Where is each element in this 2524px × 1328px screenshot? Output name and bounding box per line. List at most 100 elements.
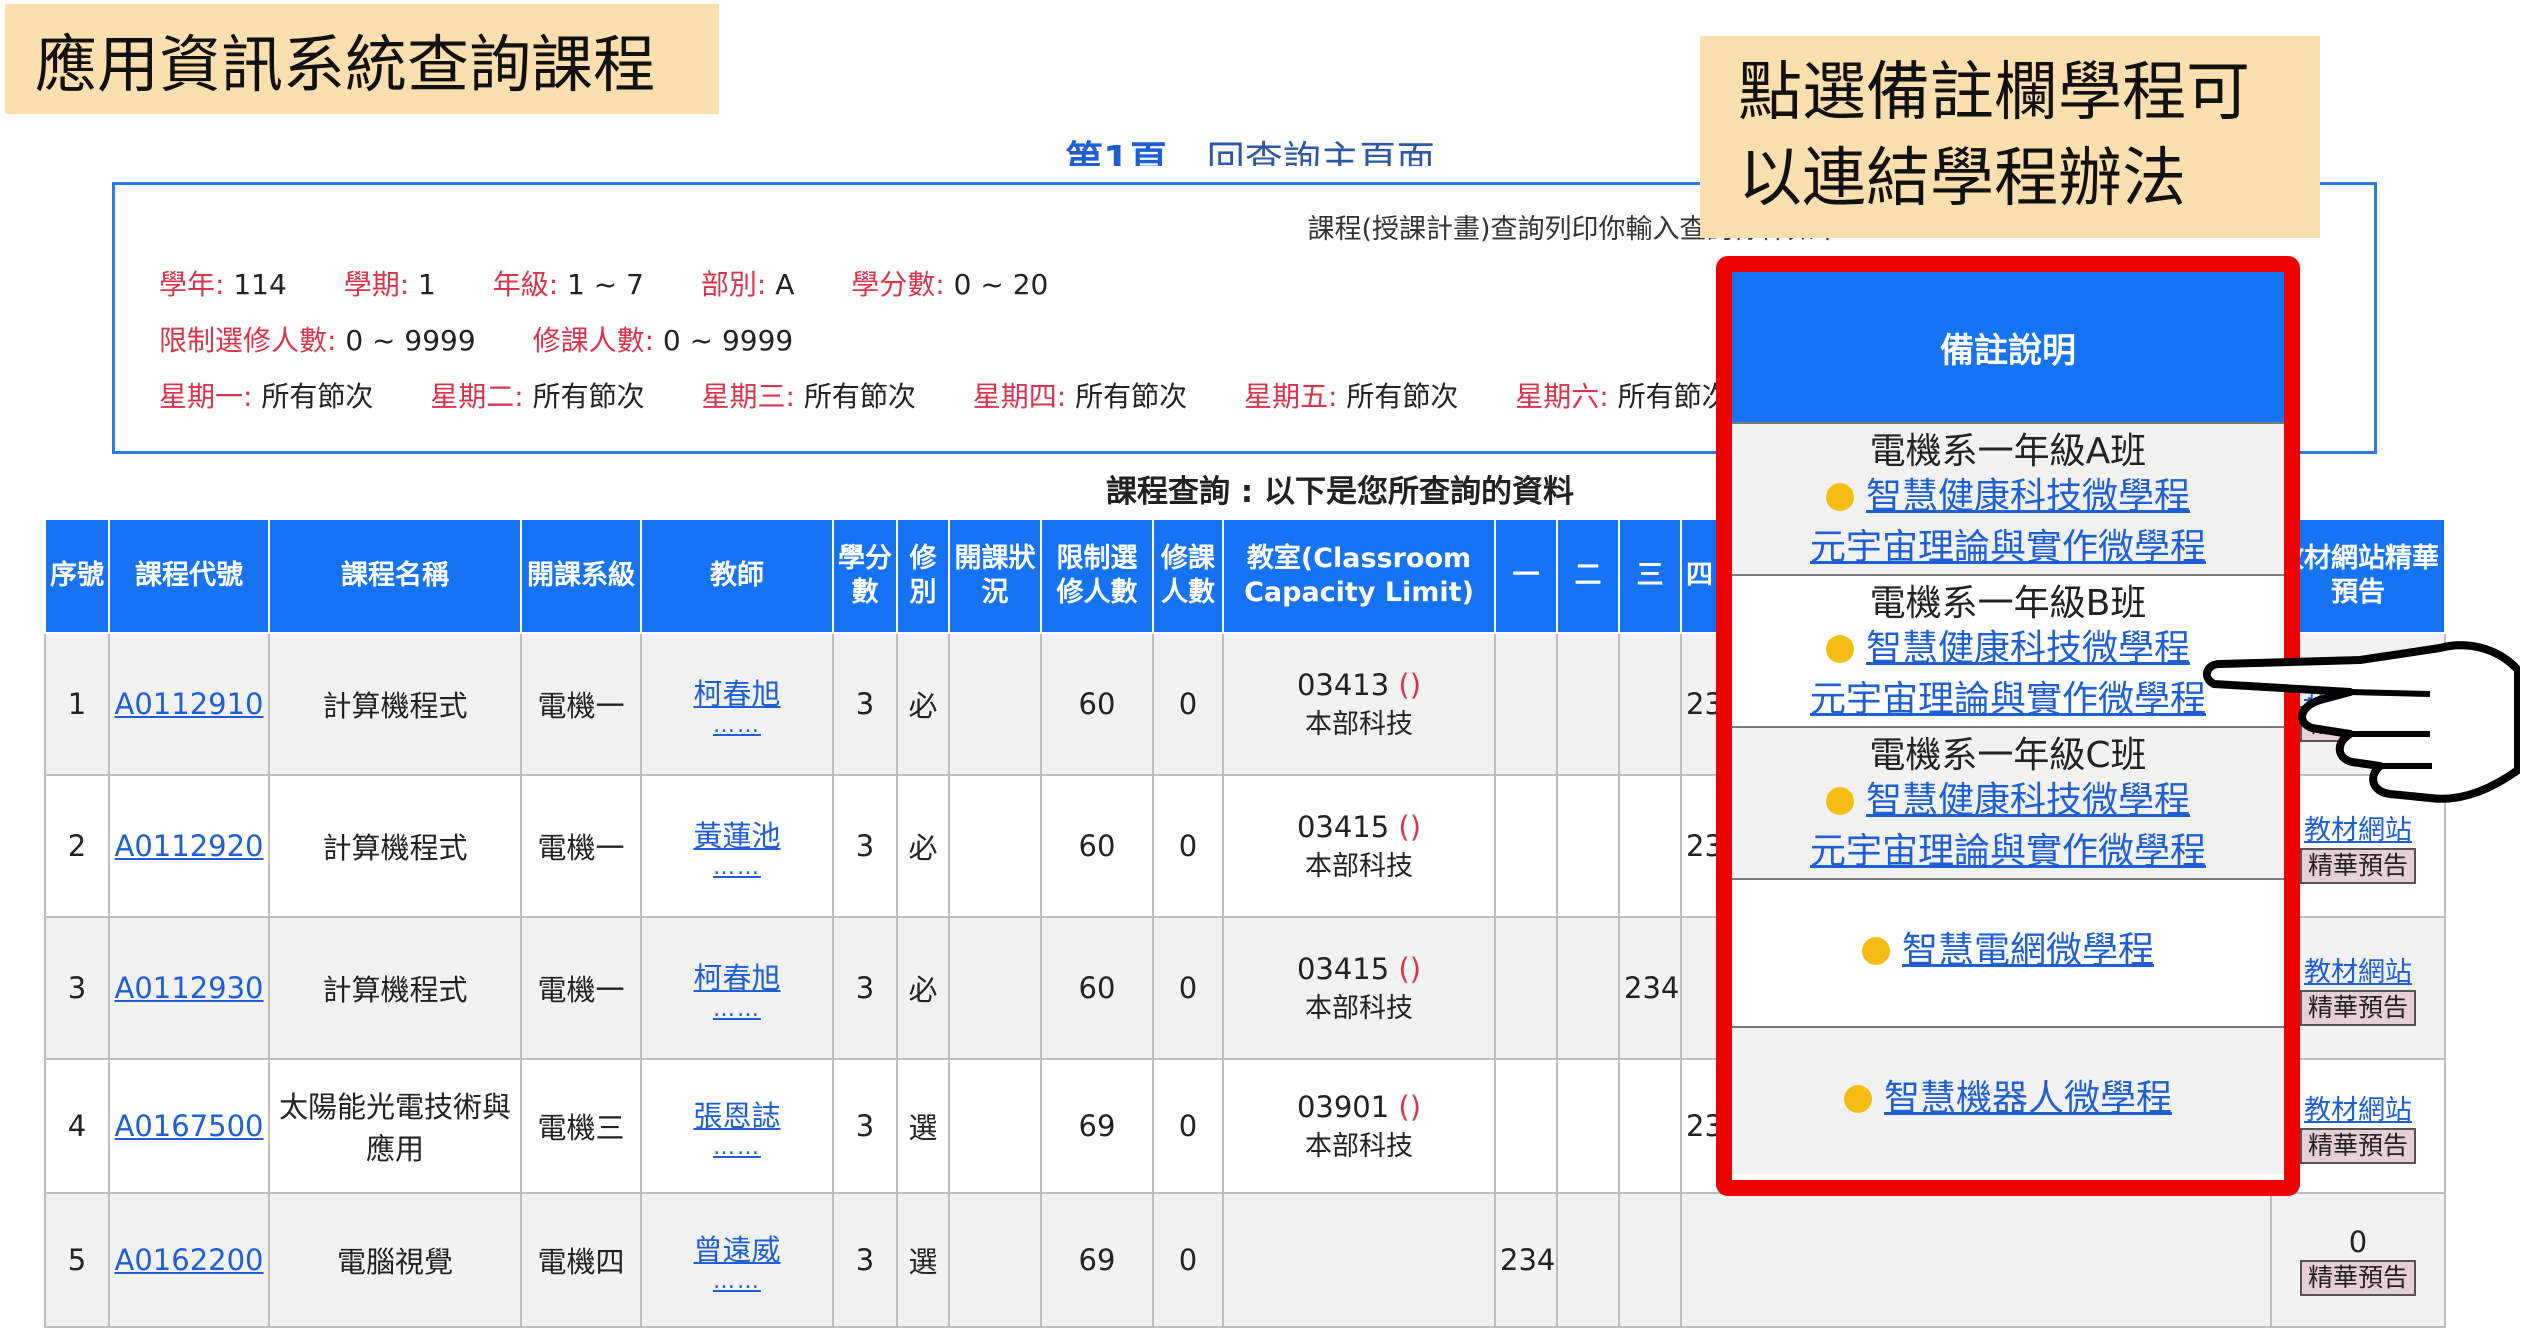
preview-button[interactable]: 精華預告: [2299, 848, 2416, 884]
remark-class-label: 電機系一年級A班: [1869, 430, 2147, 472]
pointing-hand-icon: [2202, 641, 2520, 803]
day-tue: [1556, 1058, 1620, 1194]
col-name: 課程名稱: [268, 518, 522, 634]
course-limit: 69: [1040, 1058, 1154, 1194]
program-link[interactable]: 智慧健康科技微學程: [1866, 628, 2190, 669]
day-mon: [1494, 774, 1558, 918]
material-cell: 0 精華預告: [2270, 1192, 2446, 1328]
course-status: [948, 774, 1042, 918]
day-thu: [1680, 1192, 2272, 1328]
page-link[interactable]: 第1頁: [1065, 138, 1167, 166]
room-cell: 03415 () 本部科技: [1222, 774, 1496, 918]
course-enrolled: 0: [1152, 1058, 1224, 1194]
room-number: 03413: [1296, 667, 1390, 702]
preview-button[interactable]: 精華預告: [2299, 990, 2416, 1026]
day-tue: [1556, 774, 1620, 918]
material-site-link[interactable]: 教材網站: [2276, 950, 2440, 989]
teacher-link[interactable]: 柯春旭: [693, 677, 780, 711]
course-limit: 60: [1040, 916, 1154, 1060]
criteria-mon: 星期一: 所有節次: [159, 380, 374, 413]
course-limit: 69: [1040, 1192, 1154, 1328]
course-code-link[interactable]: A0162200: [108, 1192, 270, 1328]
course-type: 必: [896, 632, 950, 776]
criteria-credits: 學分數: 0 ~ 20: [851, 268, 1049, 301]
teacher-cell: 黃蓮池……: [640, 774, 834, 918]
row-no: 4: [44, 1058, 110, 1194]
program-link[interactable]: 智慧健康科技微學程: [1866, 476, 2190, 517]
program-link[interactable]: 元宇宙理論與實作微學程: [1732, 525, 2284, 570]
col-type: 修別: [896, 518, 950, 634]
course-limit: 60: [1040, 774, 1154, 918]
day-wed: [1618, 774, 1682, 918]
course-status: [948, 916, 1042, 1060]
col-tue: 二: [1556, 518, 1620, 634]
teacher-more-link[interactable]: ……: [646, 855, 828, 880]
criteria-grade: 年級: 1 ~ 7: [492, 268, 644, 301]
criteria-semester: 學期: 1: [343, 268, 436, 301]
course-code-link[interactable]: A0112920: [108, 774, 270, 918]
day-tue: [1556, 632, 1620, 776]
criteria-sat: 星期六: 所有節次: [1515, 380, 1730, 413]
col-no: 序號: [44, 518, 110, 634]
room-cell: 03413 () 本部科技: [1222, 632, 1496, 776]
program-link[interactable]: 智慧電網微學程: [1902, 930, 2154, 971]
course-enrolled: 0: [1152, 916, 1224, 1060]
course-credits: 3: [832, 1058, 898, 1194]
program-link[interactable]: 智慧機器人微學程: [1884, 1078, 2172, 1119]
course-code-link[interactable]: A0167500: [108, 1058, 270, 1194]
room-cell: 03901 () 本部科技: [1222, 1058, 1496, 1194]
preview-button[interactable]: 精華預告: [2299, 1128, 2416, 1164]
course-dept: 電機三: [520, 1058, 642, 1194]
program-link[interactable]: 智慧健康科技微學程: [1866, 780, 2190, 821]
col-limit: 限制選修人數: [1040, 518, 1154, 634]
program-link[interactable]: 元宇宙理論與實作微學程: [1732, 829, 2284, 874]
day-wed: [1618, 632, 1682, 776]
course-type: 必: [896, 774, 950, 918]
row-no: 2: [44, 774, 110, 918]
page-title: 應用資訊系統查詢課程: [5, 4, 719, 114]
room-number: 03415: [1296, 809, 1390, 844]
room-capacity: (): [1398, 667, 1422, 702]
teacher-more-link[interactable]: ……: [646, 997, 828, 1022]
preview-button[interactable]: 精華預告: [2299, 1259, 2416, 1296]
course-enrolled: 0: [1152, 632, 1224, 776]
room-campus: 本部科技: [1305, 708, 1413, 740]
teacher-link[interactable]: 黃蓮池: [693, 819, 780, 853]
teacher-cell: 柯春旭……: [640, 632, 834, 776]
teacher-link[interactable]: 張恩誌: [693, 1099, 780, 1133]
room-capacity: (): [1398, 1089, 1422, 1124]
teacher-cell: 張恩誌……: [640, 1058, 834, 1194]
teacher-more-link[interactable]: ……: [646, 1135, 828, 1160]
course-name: 太陽能光電技術與應用: [268, 1058, 522, 1194]
course-status: [948, 1192, 1042, 1328]
col-code: 課程代號: [108, 518, 270, 634]
course-status: [948, 632, 1042, 776]
course-credits: 3: [832, 774, 898, 918]
day-tue: [1556, 916, 1620, 1060]
teacher-cell: 柯春旭……: [640, 916, 834, 1060]
day-mon: 234: [1494, 1192, 1558, 1328]
row-no: 5: [44, 1192, 110, 1328]
back-to-search-link[interactable]: 回查詢主頁面: [1207, 138, 1435, 166]
material-site-link[interactable]: 教材網站: [2276, 1088, 2440, 1127]
col-credits: 學分數: [832, 518, 898, 634]
teacher-more-link[interactable]: ……: [646, 1269, 828, 1294]
course-code-link[interactable]: A0112930: [108, 916, 270, 1060]
course-type: 選: [896, 1058, 950, 1194]
course-code-link[interactable]: A0112910: [108, 632, 270, 776]
col-status: 開課狀況: [948, 518, 1042, 634]
criteria-tue: 星期二: 所有節次: [430, 380, 645, 413]
criteria-fri: 星期五: 所有節次: [1244, 380, 1459, 413]
room-campus: 本部科技: [1305, 1130, 1413, 1162]
teacher-more-link[interactable]: ……: [646, 713, 828, 738]
teacher-link[interactable]: 曾遠威: [693, 1233, 780, 1267]
teacher-link[interactable]: 柯春旭: [693, 961, 780, 995]
remarks-header: 備註說明: [1732, 272, 2284, 422]
criteria-limit: 限制選修人數: 0 ~ 9999: [159, 324, 476, 357]
day-mon: [1494, 916, 1558, 1060]
teacher-cell: 曾遠威……: [640, 1192, 834, 1328]
material-site-link[interactable]: 0: [2276, 1225, 2440, 1259]
day-mon: [1494, 632, 1558, 776]
criteria-year: 學年: 114: [159, 268, 287, 301]
dot-icon: [1843, 1084, 1872, 1113]
